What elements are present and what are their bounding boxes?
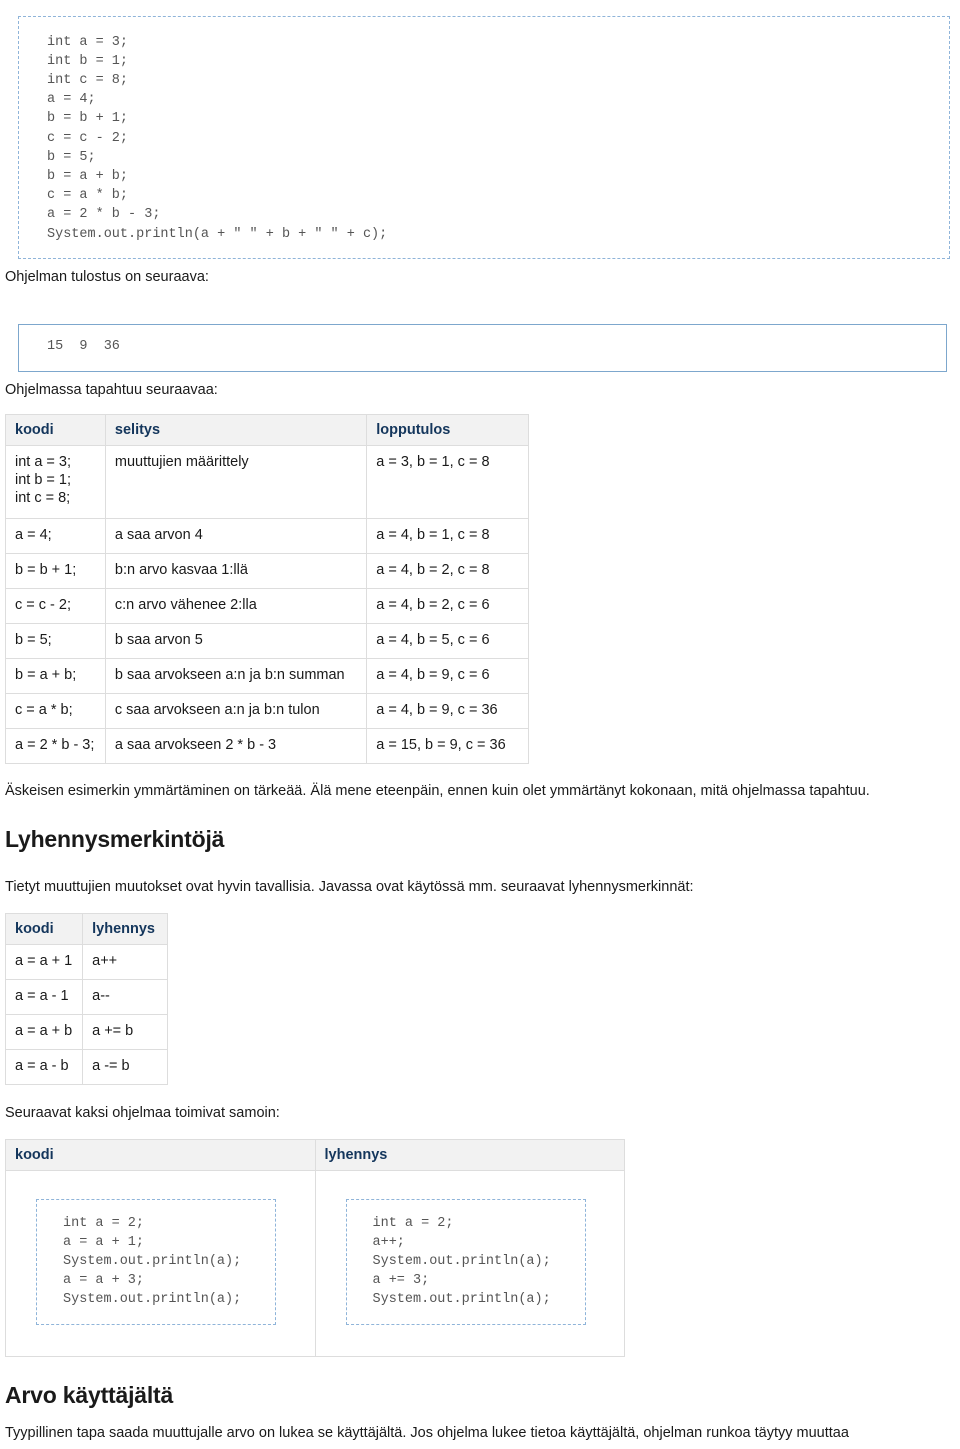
table-row: a = 4; a saa arvon 4 a = 4, b = 1, c = 8 [5,518,529,554]
column-header-koodi: koodi [4,913,84,945]
column-header-lyhennys: lyhennys [314,1139,625,1171]
table-shorthand-notations: koodi lyhennys a = a + 1 a++ a = a - 1 a… [4,913,168,1085]
cell-explanation: b:n arvo kasvaa 1:llä [104,553,368,589]
cell-result: a = 3, b = 1, c = 8 [366,445,529,519]
column-header-selitys: selitys [104,414,368,446]
cell-shorthand: a -= b [82,1049,168,1085]
cell-code: b = 5; [5,623,106,659]
cell-code: a = a + 1 [4,944,84,980]
table-row: a = a - b a -= b [4,1049,168,1085]
cell-code: int a = 3; int b = 1; int c = 8; [5,445,106,519]
table-row: c = a * b; c saa arvokseen a:n ja b:n tu… [5,693,529,729]
cell-code: c = a * b; [5,693,106,729]
program-output-box: 15 9 36 [18,323,947,372]
table-row: c = c - 2; c:n arvo vähenee 2:lla a = 4,… [5,588,529,624]
heading-lyhennysmerkintoja: Lyhennysmerkintöjä [5,826,225,852]
heading-arvo-kayttajalta: Arvo käyttäjältä [5,1382,174,1408]
table-row: int a = 2; a = a + 1; System.out.println… [5,1169,625,1358]
table-row: a = a + 1 a++ [4,944,168,980]
cell-explanation: muuttujien määrittely [104,445,368,519]
cell-code: a = a - b [4,1049,84,1085]
table-code-comparison: koodi lyhennys int a = 2; a = a + 1; Sys… [5,1139,625,1358]
cell-shorthand: a-- [82,979,168,1015]
table-row: b = 5; b saa arvon 5 a = 4, b = 5, c = 6 [5,623,529,659]
cell-code: a = 2 * b - 3; [5,728,106,764]
cell-shorthand: a++ [82,944,168,980]
cell-explanation: b saa arvon 5 [104,623,368,659]
column-header-koodi: koodi [5,414,106,446]
cell-code: a = a - 1 [4,979,84,1015]
cell-explanation: c:n arvo vähenee 2:lla [104,588,368,624]
table-row: a = a + b a += b [4,1014,168,1050]
paragraph-user-input-intro: Tyypillinen tapa saada muuttujalle arvo … [5,1425,849,1441]
cell-explanation: a saa arvon 4 [104,518,368,554]
code-block-main-example: int a = 3; int b = 1; int c = 8; a = 4; … [18,15,950,259]
cell-code: a = 4; [5,518,106,554]
cell-result: a = 4, b = 2, c = 8 [366,553,529,589]
cell-explanation: b saa arvokseen a:n ja b:n summan [104,658,368,694]
cell-result: a = 4, b = 1, c = 8 [366,518,529,554]
column-header-lopputulos: lopputulos [366,414,529,446]
paragraph-understanding-note: Äskeisen esimerkin ymmärtäminen on tärke… [5,783,870,799]
table-execution-steps: koodi selitys lopputulos int a = 3; int … [5,414,529,764]
cell-code: c = c - 2; [5,588,106,624]
paragraph-shorthand-intro: Tietyt muuttujien muutokset ovat hyvin t… [5,879,694,895]
column-header-lyhennys: lyhennys [82,913,168,945]
cell-result: a = 4, b = 9, c = 36 [366,693,529,729]
table-header-row: koodi lyhennys [4,913,168,945]
table-row: b = a + b; b saa arvokseen a:n ja b:n su… [5,658,529,694]
table-row: int a = 3; int b = 1; int c = 8; muuttuj… [5,445,529,519]
cell-code: b = a + b; [5,658,106,694]
cell-code: b = b + 1; [5,553,106,589]
table-row: b = b + 1; b:n arvo kasvaa 1:llä a = 4, … [5,553,529,589]
paragraph-program-output-intro: Ohjelman tulostus on seuraava: [5,269,209,285]
code-block-shorthand: int a = 2; a++; System.out.println(a); a… [345,1198,586,1325]
cell-result: a = 4, b = 2, c = 6 [366,588,529,624]
cell-shorthand: a += b [82,1014,168,1050]
table-header-row: koodi lyhennys [5,1139,625,1171]
cell-result: a = 4, b = 5, c = 6 [366,623,529,659]
table-row: a = a - 1 a-- [4,979,168,1015]
cell-code-short: int a = 2; a++; System.out.println(a); a… [314,1169,625,1358]
cell-code-long: int a = 2; a = a + 1; System.out.println… [5,1169,316,1358]
table-row: a = 2 * b - 3; a saa arvokseen 2 * b - 3… [5,728,529,764]
cell-result: a = 15, b = 9, c = 36 [366,728,529,764]
column-header-koodi: koodi [5,1139,316,1171]
paragraph-what-happens-intro: Ohjelmassa tapahtuu seuraavaa: [5,382,218,398]
paragraph-two-programs-intro: Seuraavat kaksi ohjelmaa toimivat samoin… [5,1105,280,1121]
cell-explanation: a saa arvokseen 2 * b - 3 [104,728,368,764]
cell-code: a = a + b [4,1014,84,1050]
code-block-longhand: int a = 2; a = a + 1; System.out.println… [36,1198,276,1325]
table-header-row: koodi selitys lopputulos [5,414,529,446]
page-root: int a = 3; int b = 1; int c = 8; a = 4; … [0,0,960,1449]
cell-explanation: c saa arvokseen a:n ja b:n tulon [104,693,368,729]
cell-result: a = 4, b = 9, c = 6 [366,658,529,694]
